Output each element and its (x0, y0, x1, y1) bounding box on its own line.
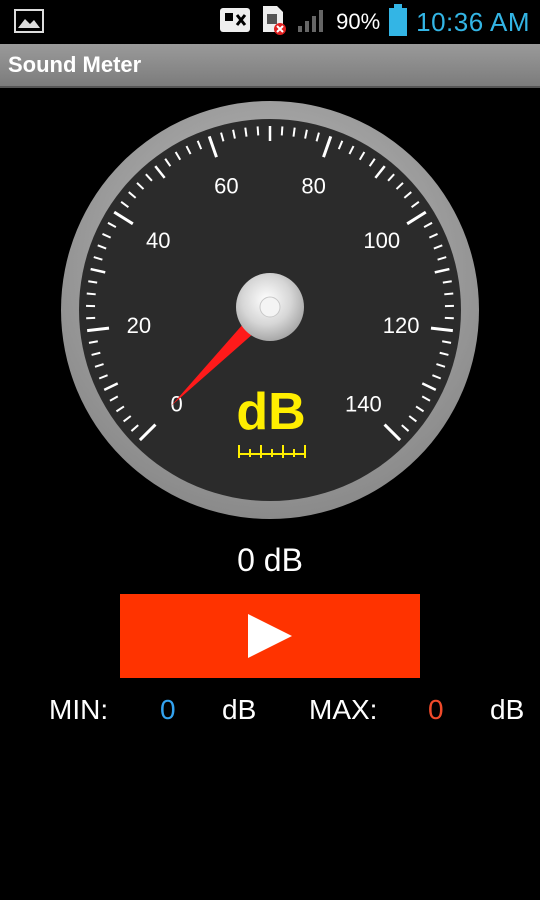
max-value: 0 (428, 694, 444, 725)
gauge-tick (280, 126, 284, 136)
max-unit: dB (490, 694, 525, 725)
gauge-tick (256, 126, 260, 136)
gauge-tick-label: 100 (363, 228, 400, 253)
gauge-tick-label: 80 (301, 173, 325, 198)
current-reading: 0 dB (237, 542, 303, 578)
gauge-tick (444, 292, 454, 296)
gallery-icon (14, 9, 44, 38)
play-button[interactable] (120, 594, 420, 678)
min-value: 0 (160, 694, 176, 725)
gauge-tick (292, 127, 296, 137)
gauge-tick (88, 280, 98, 284)
notification-icon (218, 5, 252, 40)
gauge-tick-label: 120 (383, 313, 420, 338)
signal-icon (296, 6, 328, 39)
battery-icon (388, 3, 408, 42)
status-bar: 90% 10:36 AM (0, 0, 540, 44)
min-unit: dB (222, 694, 257, 725)
play-icon (248, 614, 292, 658)
clock: 10:36 AM (416, 6, 530, 37)
gauge-tick (442, 280, 452, 284)
max-label: MAX: (309, 694, 378, 725)
gauge-tick (86, 292, 96, 296)
gauge-tick-label: 40 (146, 228, 170, 253)
gauge-tick-label: 20 (127, 313, 151, 338)
gauge-tick-label: 60 (214, 173, 238, 198)
gauge-unit-label: dB (236, 383, 305, 441)
battery-percent: 90% (336, 9, 381, 34)
sound-level-gauge: 0204060 80100120140 dB (61, 101, 479, 519)
sim-error-icon (260, 4, 288, 41)
status-icons: 90% 10:36 AM (218, 0, 530, 44)
app-title-bar: Sound Meter (0, 44, 540, 88)
gauge-tick (244, 127, 248, 137)
gauge-tick-label: 140 (345, 391, 382, 416)
app-title: Sound Meter (8, 52, 142, 77)
gauge-hub-center (259, 296, 281, 318)
min-label: MIN: (49, 694, 109, 725)
